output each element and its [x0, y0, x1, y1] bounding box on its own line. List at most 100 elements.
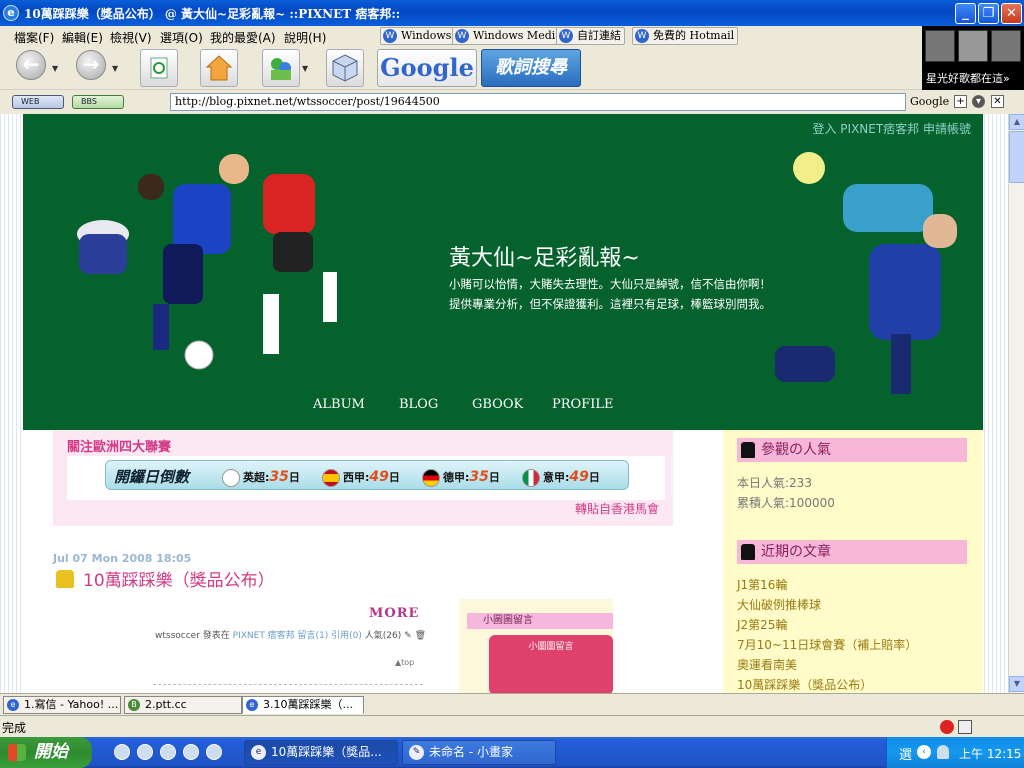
- back-button[interactable]: ←: [16, 50, 46, 80]
- post-date: Jul 07 Mon 2008 18:05: [53, 552, 192, 565]
- nav-gbook[interactable]: GBOOK: [472, 397, 523, 412]
- bbs-toggle[interactable]: BBS: [72, 95, 124, 109]
- forward-button[interactable]: →: [76, 50, 106, 80]
- total-views: 累積人氣:100000: [737, 496, 835, 510]
- brand-caption[interactable]: 星光好歌都在這»: [926, 70, 1010, 86]
- england-flag-icon: [222, 469, 240, 487]
- tray-expand-icon[interactable]: ‹: [917, 745, 931, 759]
- quicklaunch-app-icon[interactable]: [206, 744, 222, 760]
- nav-album[interactable]: ALBUM: [313, 397, 365, 412]
- popularity-heading: 參觀の人氣: [737, 438, 967, 462]
- cube-icon: [332, 54, 358, 82]
- menu-options[interactable]: 選項(O): [160, 29, 203, 46]
- user-tray-icon[interactable]: [937, 745, 949, 759]
- tab-yahoo-mail[interactable]: e 1.寫信 - Yahoo! ...: [3, 696, 121, 714]
- quicklaunch-browser-icon[interactable]: [183, 744, 199, 760]
- url-field[interactable]: http://blog.pixnet.net/wtssoccer/post/19…: [170, 93, 906, 111]
- recent-post-link[interactable]: 7月10~11日球會賽（補上賠率）: [737, 636, 917, 653]
- ie-tab-icon: e: [246, 699, 258, 711]
- options-down-icon[interactable]: ▾: [972, 95, 985, 108]
- clock[interactable]: 上午 12:15: [959, 745, 1021, 762]
- recent-posts-heading: 近期の文章: [737, 540, 967, 564]
- blog-title: 黃大仙~足彩亂報~: [449, 246, 640, 271]
- menu-help[interactable]: 說明(H): [284, 29, 326, 46]
- forward-dropdown-icon[interactable]: ▼: [112, 64, 118, 73]
- windows-link-icon: W: [455, 29, 469, 43]
- recent-post-link[interactable]: 大仙破例推棒球: [737, 596, 821, 613]
- refresh-button[interactable]: [140, 49, 178, 87]
- task-paint[interactable]: ✎ 未命名 - 小畫家: [402, 740, 556, 765]
- edit-icon[interactable]: ✎: [404, 631, 412, 641]
- task-browser[interactable]: e 10萬踩踩樂（獎品...: [244, 740, 398, 765]
- post-meta: wtssoccer 發表在 PIXNET 痞客邦 留言(1) 引用(0) 人氣(…: [155, 631, 426, 641]
- maximize-button[interactable]: ❐: [978, 3, 999, 24]
- scroll-up-icon[interactable]: ▲: [1009, 114, 1024, 130]
- recent-post-link[interactable]: J1第16輪: [737, 576, 787, 593]
- jersey-icon: [741, 442, 755, 458]
- windows-link-icon: W: [559, 29, 573, 43]
- ie-icon[interactable]: e: [3, 5, 19, 21]
- menu-edit[interactable]: 編輯(E): [62, 29, 103, 46]
- countdown-banner[interactable]: 開鑼日倒數 英超:35日 西甲:49日 德甲:35日 意甲:49日: [67, 456, 665, 500]
- link-windows[interactable]: W Windows: [380, 27, 456, 45]
- google-button[interactable]: Google: [377, 49, 477, 87]
- recent-post-link[interactable]: 奧運看南美: [737, 656, 797, 673]
- lyrics-search-button[interactable]: 歌詞搜尋: [481, 49, 581, 87]
- cube-button[interactable]: [326, 49, 364, 87]
- scroll-down-icon[interactable]: ▼: [1009, 676, 1024, 692]
- quicklaunch-desktop-icon[interactable]: [114, 744, 130, 760]
- zone-icon[interactable]: [958, 720, 972, 734]
- msn-dropdown-icon[interactable]: ▼: [302, 64, 308, 73]
- italy-flag-icon: [522, 469, 540, 487]
- home-button[interactable]: [200, 49, 238, 87]
- ime-indicator[interactable]: 選: [899, 744, 912, 763]
- home-icon: [205, 55, 233, 81]
- address-bar: WEB BBS http://blog.pixnet.net/wtssoccer…: [0, 90, 1024, 114]
- windows-taskbar: 開始 e 10萬踩踩樂（獎品... ✎ 未命名 - 小畫家 選 ‹ 上午 12:15: [0, 737, 1024, 768]
- link-hotmail[interactable]: W 免費的 Hotmail: [632, 27, 739, 45]
- post-title[interactable]: 10萬踩踩樂（獎品公布）: [83, 566, 275, 591]
- scroll-thumb[interactable]: [1009, 131, 1024, 183]
- tab-current-post[interactable]: e 3.10萬踩踩樂（...: [242, 696, 364, 714]
- widget-image[interactable]: 小圖圖留言: [489, 635, 613, 693]
- back-to-top-link[interactable]: ▲top: [395, 658, 414, 667]
- countdown-credit-link[interactable]: 轉貼自香港馬會: [575, 500, 659, 517]
- singer-photo-icon: [958, 30, 988, 62]
- back-dropdown-icon[interactable]: ▼: [52, 64, 58, 73]
- recent-post-link[interactable]: 10萬踩踩樂（獎品公布）: [737, 676, 872, 693]
- recent-post-link[interactable]: J2第25輪: [737, 616, 787, 633]
- web-toggle[interactable]: WEB: [12, 95, 64, 109]
- menu-file[interactable]: 檔案(F): [14, 29, 54, 46]
- brand-promo[interactable]: 星光好歌都在這»: [922, 26, 1024, 90]
- close-search-icon[interactable]: ✕: [991, 95, 1004, 108]
- more-link[interactable]: MORE: [369, 606, 419, 621]
- link-windows-media[interactable]: W Windows Media: [452, 27, 566, 45]
- league-epl: 英超:35日: [222, 469, 300, 487]
- new-tab-icon[interactable]: +: [954, 95, 967, 108]
- link-custom[interactable]: W 自訂連結: [556, 27, 625, 45]
- nav-blog[interactable]: BLOG: [399, 397, 438, 412]
- spain-flag-icon: [322, 469, 340, 487]
- toolbar: ← ▼ → ▼ ▼ Google 歌詞搜尋: [0, 46, 922, 90]
- league-laliga: 西甲:49日: [322, 469, 400, 487]
- minimize-button[interactable]: _: [955, 3, 976, 24]
- close-button[interactable]: ✕: [1001, 3, 1022, 24]
- vertical-scrollbar[interactable]: ▲ ▼: [1008, 114, 1024, 693]
- trash-icon[interactable]: 🗑: [415, 631, 426, 641]
- msn-button[interactable]: [262, 49, 300, 87]
- nav-profile[interactable]: PROFILE: [552, 397, 613, 412]
- window-title: 10萬踩踩樂（獎品公布） @ 黃大仙~足彩亂報~ ::PIXNET 痞客邦::: [24, 7, 401, 21]
- blocked-icon[interactable]: [940, 720, 954, 734]
- quicklaunch-media-icon[interactable]: [160, 744, 176, 760]
- google-search-label[interactable]: Google: [910, 95, 949, 108]
- menu-view[interactable]: 檢視(V): [110, 29, 152, 46]
- league-seriea: 意甲:49日: [522, 469, 600, 487]
- post-meta-links[interactable]: PIXNET 痞客邦 留言(1) 引用(0): [233, 631, 362, 641]
- tab-ptt[interactable]: B 2.ptt.cc: [124, 696, 242, 714]
- start-button[interactable]: 開始: [0, 737, 92, 768]
- blog-description-line1: 小賭可以怡情，大賭失去理性。大仙只是綽號，信不信由你啊！: [449, 277, 771, 291]
- login-register-links[interactable]: 登入 PIXNET痞客邦 申請帳號: [812, 120, 971, 137]
- menu-favorites[interactable]: 我的最愛(A): [210, 29, 276, 46]
- windows-link-icon: W: [635, 29, 649, 43]
- quicklaunch-ie-icon[interactable]: [137, 744, 153, 760]
